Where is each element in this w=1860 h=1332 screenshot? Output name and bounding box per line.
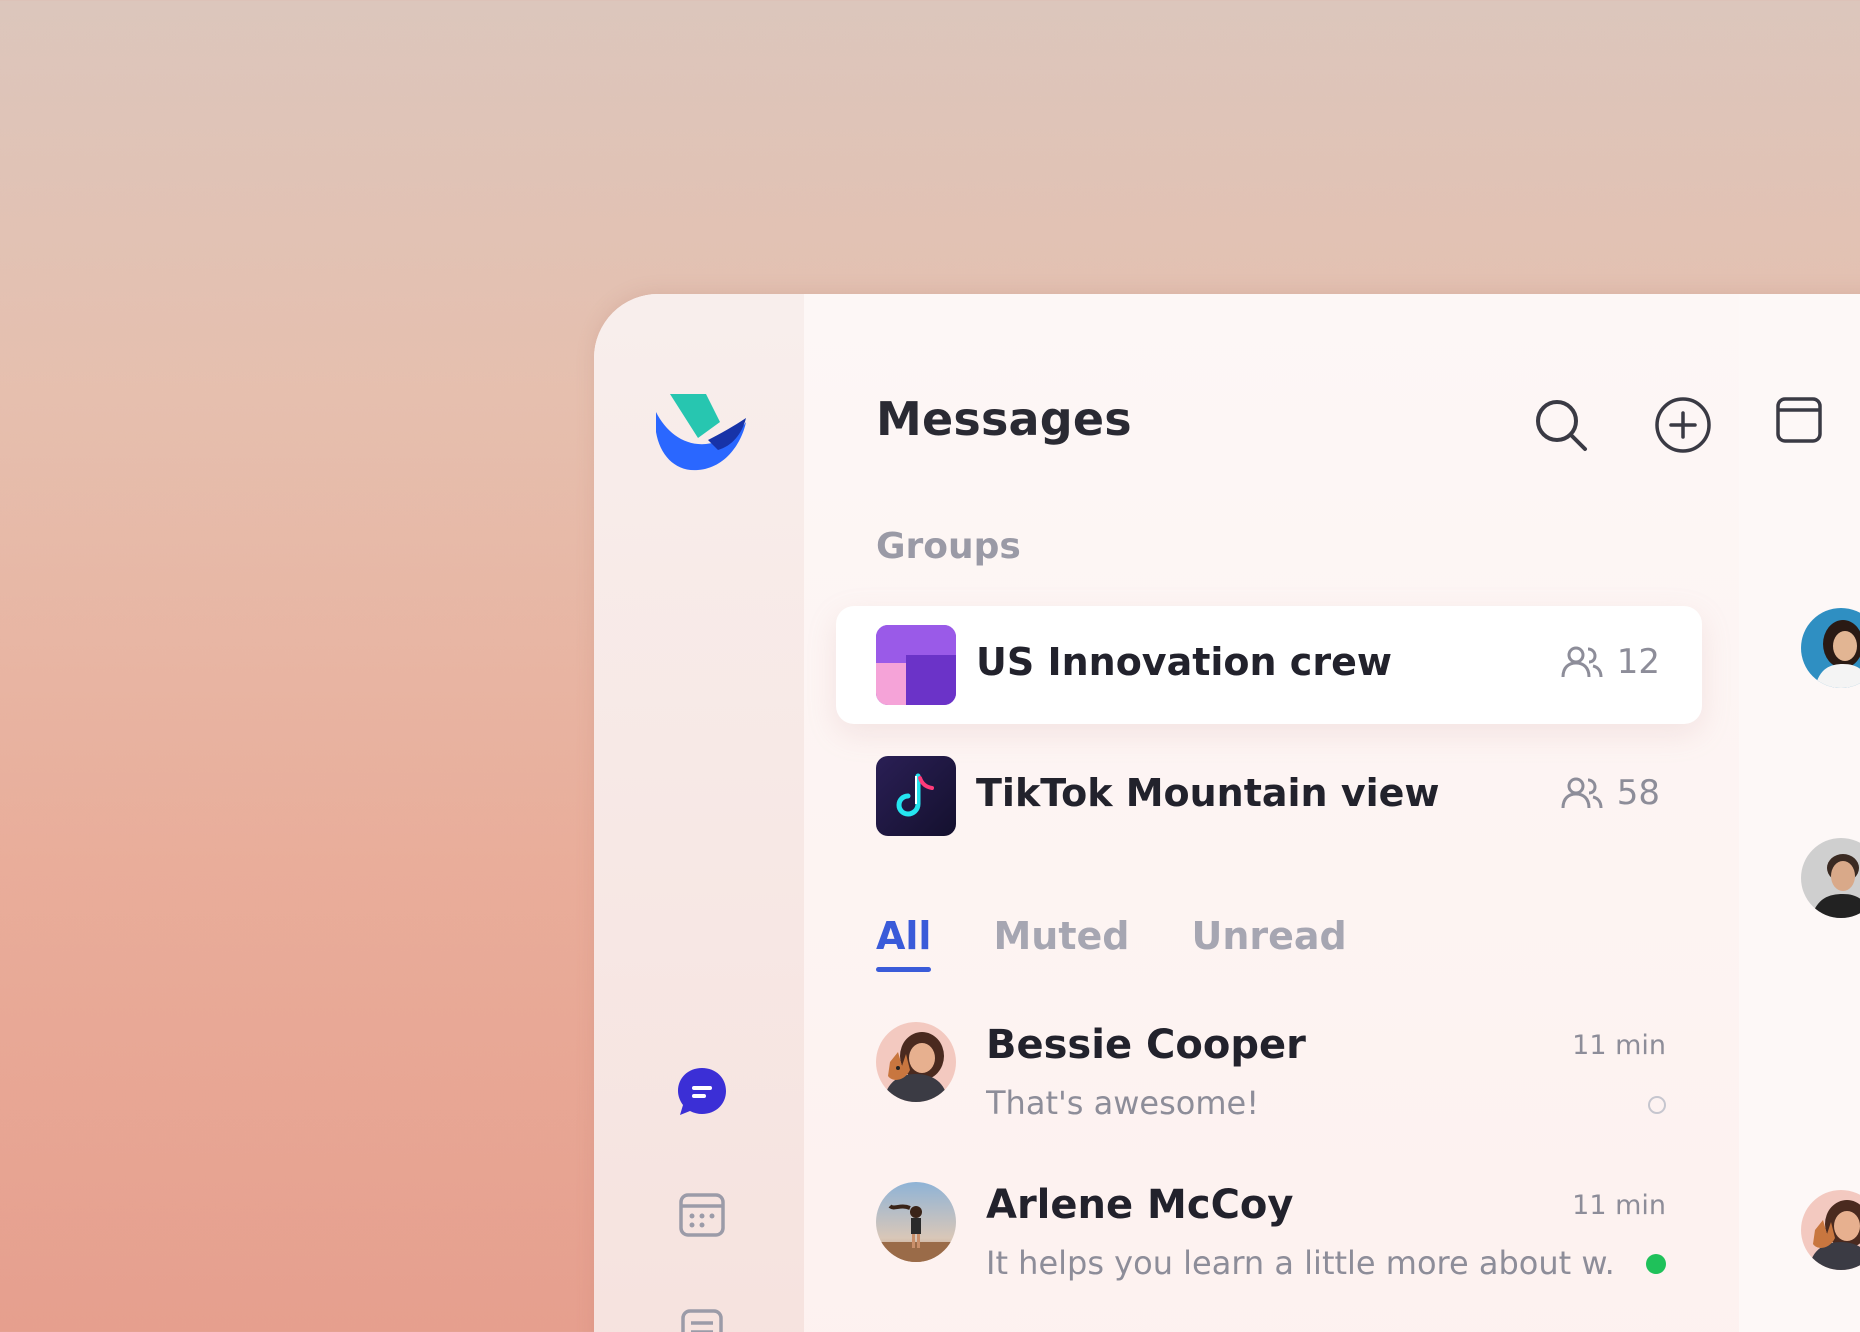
- messages-panel: Messages Groups US Innovation crew 12 Ti…: [804, 294, 1739, 1332]
- group-avatar: [876, 625, 956, 705]
- tab-all[interactable]: All: [876, 914, 932, 972]
- search-button[interactable]: [1532, 396, 1590, 454]
- contact-name: Bessie Cooper: [986, 1022, 1306, 1068]
- message-time: 11 min: [1572, 1190, 1666, 1221]
- avatar: [876, 1182, 956, 1262]
- members-icon: [1561, 646, 1603, 678]
- tab-unread[interactable]: Unread: [1191, 914, 1346, 972]
- groups-section-label: Groups: [876, 526, 1021, 567]
- member-count-value: 58: [1616, 773, 1660, 813]
- group-name: TikTok Mountain view: [976, 771, 1440, 815]
- conversation-panel: [1739, 294, 1860, 1332]
- group-member-count: 12: [1561, 642, 1660, 682]
- nav-rail: [594, 294, 804, 1332]
- chat-row-arlene-mccoy[interactable]: Arlene McCoy 11 min It helps you learn a…: [876, 1182, 1666, 1292]
- messages-nav-icon[interactable]: [674, 1064, 730, 1120]
- calendar-nav-icon[interactable]: [674, 1186, 730, 1242]
- chat-filter-tabs: All Muted Unread: [876, 914, 1409, 972]
- avatar[interactable]: [1801, 1190, 1860, 1270]
- app-logo[interactable]: [654, 394, 750, 474]
- notes-nav-icon[interactable]: [674, 1302, 730, 1332]
- group-row-tiktok-mountain-view[interactable]: TikTok Mountain view 58: [836, 737, 1702, 855]
- message-preview: That's awesome!: [986, 1084, 1260, 1122]
- tab-muted[interactable]: Muted: [993, 914, 1129, 972]
- group-row-us-innovation-crew[interactable]: US Innovation crew 12: [836, 606, 1702, 724]
- chat-row-bessie-cooper[interactable]: Bessie Cooper 11 min That's awesome!: [876, 1022, 1666, 1132]
- window-icon: [1776, 397, 1822, 443]
- messaging-app-window: Messages Groups US Innovation crew 12 Ti…: [594, 294, 1860, 1332]
- avatar[interactable]: [1801, 838, 1860, 918]
- group-member-count: 58: [1561, 773, 1660, 813]
- avatar: [876, 1022, 956, 1102]
- search-icon: [1536, 400, 1587, 451]
- members-icon: [1561, 777, 1603, 809]
- group-name: US Innovation crew: [976, 640, 1392, 684]
- plus-circle-icon: [1655, 397, 1711, 453]
- window-button[interactable]: [1775, 396, 1823, 448]
- page-title: Messages: [876, 392, 1132, 446]
- read-status-indicator: [1648, 1096, 1666, 1114]
- avatar[interactable]: [1801, 608, 1860, 688]
- group-avatar: [876, 756, 956, 836]
- member-count-value: 12: [1616, 642, 1660, 682]
- new-message-button[interactable]: [1654, 396, 1712, 454]
- message-preview: It helps you learn a little more about w…: [986, 1244, 1616, 1282]
- unread-status-indicator: [1646, 1254, 1666, 1274]
- contact-name: Arlene McCoy: [986, 1182, 1294, 1228]
- message-time: 11 min: [1572, 1030, 1666, 1061]
